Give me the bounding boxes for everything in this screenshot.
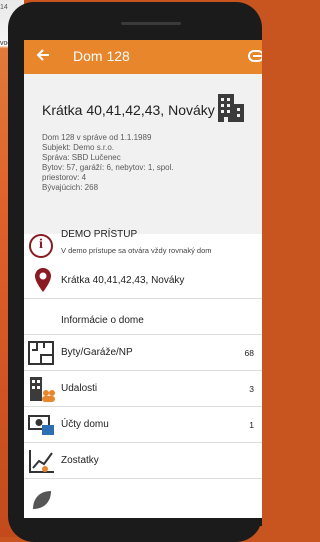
arrow-left-icon: [36, 49, 49, 61]
menu-item-count: 1: [249, 420, 254, 430]
menu-item-byty[interactable]: Byty/Garáže/NP 68: [24, 334, 262, 371]
app-bar: Dom 128: [24, 40, 262, 74]
detail-line: Subjekt: Demo s.r.o.: [42, 143, 115, 152]
menu-item-label: Byty/Garáže/NP: [61, 347, 133, 358]
menu-item-udalosti[interactable]: Udalosti 3: [24, 370, 262, 407]
building-people-icon: [30, 377, 55, 402]
location-label: Krátka 40,41,42,43, Nováky: [61, 275, 185, 286]
menu-item-label: Udalosti: [61, 383, 98, 394]
detail-line: Dom 128 v správe od 1.1.1989: [42, 133, 152, 142]
building-address: Krátka 40,41,42,43, Nováky: [42, 102, 215, 118]
leaf-icon: [33, 491, 51, 509]
location-row[interactable]: Krátka 40,41,42,43, Nováky: [24, 262, 262, 299]
menu-item-label: Zostatky: [61, 455, 99, 466]
arrow-left-icon[interactable]: [35, 47, 53, 65]
detail-line: Bývajúcich: 268: [42, 183, 99, 192]
demo-description: V demo prístupe sa otvára vždy rovnaký d…: [61, 246, 212, 255]
menu-item-partial[interactable]: [24, 478, 262, 518]
app-screen: Dom 128 Krátka 40,41,42,43, Nováky Dom 1…: [24, 40, 262, 526]
menu-item-count: 3: [249, 384, 254, 394]
menu-icon[interactable]: [248, 49, 262, 63]
building-icon: [216, 92, 246, 129]
menu-item-zostatky[interactable]: Zostatky: [24, 442, 262, 479]
detail-line: Správa: SBD Lučenec: [42, 153, 121, 162]
building-info-card: Krátka 40,41,42,43, Nováky Dom 128 v spr…: [24, 74, 262, 234]
phone-frame: Dom 128 Krátka 40,41,42,43, Nováky Dom 1…: [8, 2, 262, 542]
background-text: 14: [0, 4, 8, 11]
phone-speaker: [121, 22, 181, 25]
demo-title: DEMO PRÍSTUP: [61, 229, 138, 240]
info-link-label: Informácie o dome: [61, 315, 144, 326]
info-icon: i: [29, 234, 53, 258]
menu-item-label: Účty domu: [61, 419, 109, 430]
floorplan-icon: [28, 341, 54, 365]
menu-item-count: 68: [244, 348, 254, 358]
building-details: Dom 128 v správe od 1.1.1989 Subjekt: De…: [42, 133, 174, 193]
menu-item-ucty[interactable]: Účty domu 1: [24, 406, 262, 443]
money-icon: [28, 415, 54, 435]
chart-icon: [29, 450, 54, 473]
detail-line: Bytov: 57, garáží: 6, nebytov: 1, spol.: [42, 163, 174, 172]
phone-bottom-bezel: [24, 518, 262, 526]
page-title: Dom 128: [73, 48, 130, 64]
info-link-row[interactable]: Informácie o dome: [24, 298, 262, 335]
detail-line: priestorov: 4: [42, 173, 87, 182]
location-pin-icon: [35, 268, 51, 292]
menu-icon: [248, 50, 262, 62]
